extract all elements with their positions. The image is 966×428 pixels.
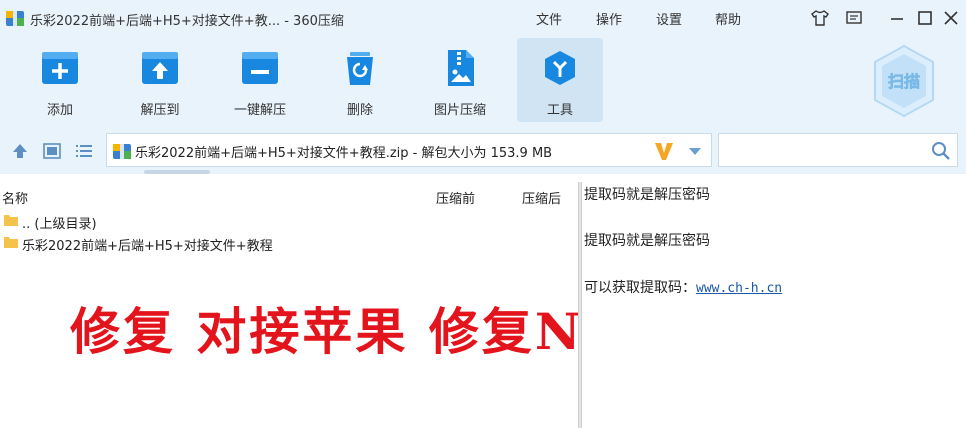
website-link[interactable]: www.ch-h.cn xyxy=(696,281,782,296)
horizontal-scrollbar-thumb[interactable] xyxy=(144,170,210,174)
one-click-extract-label: 一键解压 xyxy=(233,103,286,118)
add-label: 添加 xyxy=(46,103,73,118)
image-compress-icon xyxy=(448,50,474,86)
delete-label: 删除 xyxy=(346,103,373,118)
skin-icon[interactable] xyxy=(810,8,830,28)
column-header-name[interactable]: 名称 xyxy=(2,188,28,207)
list-item-parent-dir[interactable]: .. (上级目录) xyxy=(0,210,578,232)
delete-button[interactable]: 删除 xyxy=(317,38,403,122)
up-arrow-icon[interactable] xyxy=(10,141,30,161)
list-view-icon[interactable] xyxy=(74,141,94,161)
minimize-icon[interactable] xyxy=(887,8,907,28)
feedback-icon[interactable] xyxy=(844,8,864,28)
zip-file-icon xyxy=(113,144,131,159)
app-logo-icon xyxy=(6,11,24,26)
thumbnail-view-icon[interactable] xyxy=(42,141,62,161)
path-field[interactable]: 乐彩2022前端+后端+H5+对接文件+教程.zip - 解包大小为 153.9… xyxy=(106,133,712,167)
folder-icon xyxy=(4,237,18,248)
list-item-name: .. (上级目录) xyxy=(22,217,97,232)
address-bar: 乐彩2022前端+后端+H5+对接文件+教程.zip - 解包大小为 153.9… xyxy=(0,128,966,174)
menu-file[interactable]: 文件 xyxy=(536,9,562,28)
search-input[interactable] xyxy=(723,138,923,162)
image-compress-label: 图片压缩 xyxy=(433,103,486,118)
column-header-before[interactable]: 压缩前 xyxy=(436,188,475,207)
comment-link-prefix: 可以获取提取码： xyxy=(584,280,696,296)
chevron-down-icon[interactable] xyxy=(687,144,703,158)
overlay-banner-text: 修复 对接苹果 修复N处 xyxy=(70,302,637,361)
menu-operation[interactable]: 操作 xyxy=(596,9,622,28)
column-header-after[interactable]: 压缩后 xyxy=(522,188,561,207)
folder-icon xyxy=(4,215,18,226)
list-item-folder[interactable]: 乐彩2022前端+后端+H5+对接文件+教程 xyxy=(0,232,578,254)
menu-help[interactable]: 帮助 xyxy=(715,9,741,28)
list-item-name: 乐彩2022前端+后端+H5+对接文件+教程 xyxy=(22,239,273,254)
close-icon[interactable] xyxy=(941,8,961,28)
maximize-icon[interactable] xyxy=(915,8,935,28)
extract-to-button[interactable]: 解压到 xyxy=(117,38,203,122)
toolbar: 添加 解压到 一键解压 删除 图片压缩 工具 扫描 xyxy=(0,36,966,128)
search-icon[interactable] xyxy=(931,141,951,161)
tools-icon xyxy=(545,51,575,85)
add-icon xyxy=(42,52,78,84)
comment-pane: 提取码就是解压密码 提取码就是解压密码 可以获取提取码：www.ch-h.cn xyxy=(582,182,966,428)
menu-settings[interactable]: 设置 xyxy=(656,9,682,28)
one-click-extract-button[interactable]: 一键解压 xyxy=(217,38,303,122)
window-title: 乐彩2022前端+后端+H5+对接文件+教... - 360压缩 xyxy=(30,14,344,29)
comment-line-3: 可以获取提取码：www.ch-h.cn xyxy=(584,277,782,297)
title-bar: 乐彩2022前端+后端+H5+对接文件+教... - 360压缩 文件 操作 设… xyxy=(0,0,966,36)
extract-to-label: 解压到 xyxy=(140,103,180,118)
search-box xyxy=(718,133,958,167)
add-button[interactable]: 添加 xyxy=(17,38,103,122)
tools-label: 工具 xyxy=(546,103,573,118)
scan-label: 扫描 xyxy=(888,72,920,91)
delete-icon xyxy=(347,52,373,85)
tools-button[interactable]: 工具 xyxy=(517,38,603,122)
comment-line-1: 提取码就是解压密码 xyxy=(584,187,710,203)
extract-to-icon xyxy=(142,52,178,84)
one-click-extract-icon xyxy=(242,52,278,84)
comment-line-2: 提取码就是解压密码 xyxy=(584,233,710,249)
image-compress-button[interactable]: 图片压缩 xyxy=(417,38,503,122)
verified-v-icon[interactable] xyxy=(653,140,675,162)
path-text: 乐彩2022前端+后端+H5+对接文件+教程.zip - 解包大小为 153.9… xyxy=(135,146,553,161)
scan-button[interactable]: 扫描 xyxy=(872,44,936,118)
